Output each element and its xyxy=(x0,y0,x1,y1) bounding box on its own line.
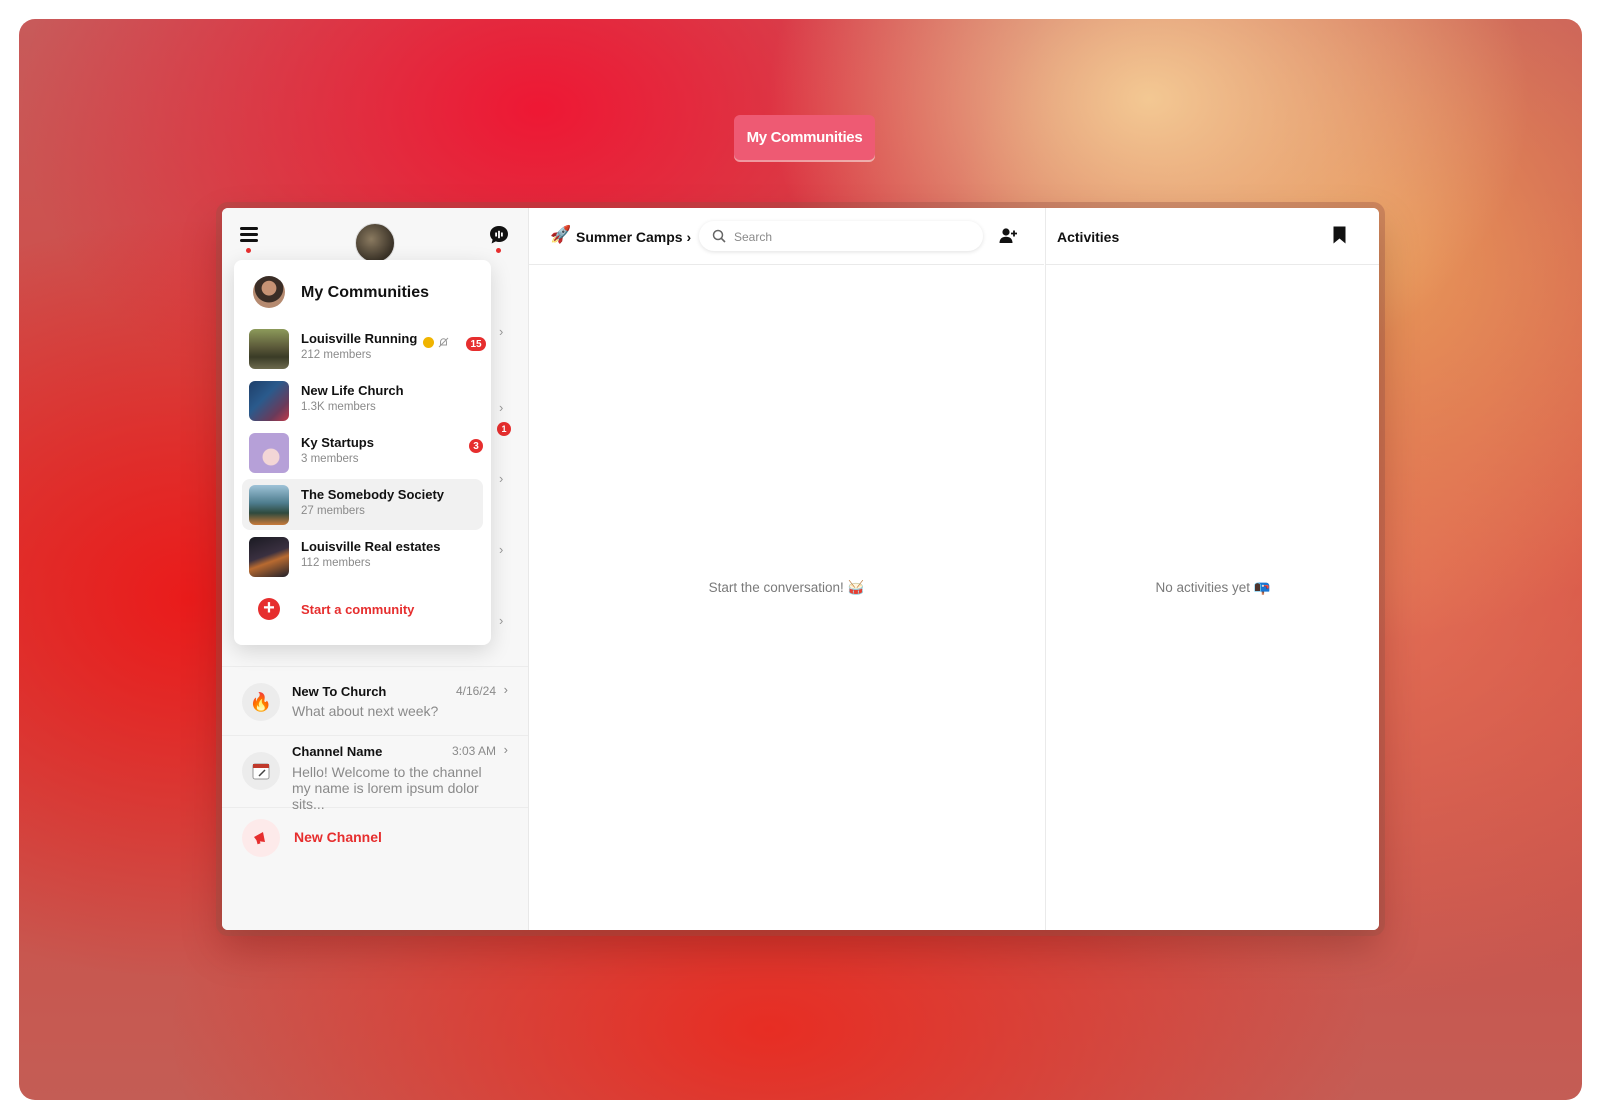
community-thumbnail xyxy=(249,537,289,577)
space-title-text: Summer Camps xyxy=(576,229,683,245)
channel-item[interactable]: Channel Name 3:03 AM › Hello! Welcome to… xyxy=(222,735,528,812)
verified-icon xyxy=(423,337,434,348)
community-item[interactable]: Louisville Running 15 212 members xyxy=(242,323,486,374)
calendar-icon xyxy=(242,752,280,790)
community-item[interactable]: New Life Church 1.3K members xyxy=(242,375,483,426)
my-communities-pill[interactable]: My Communities xyxy=(734,115,875,160)
empty-conversation-text: Start the conversation! 🥁 xyxy=(708,580,865,595)
app-window: › › 1 › › › 🔥 New To Church 4/16/24 › Wh… xyxy=(222,208,1379,930)
muted-bell-icon xyxy=(438,337,449,348)
community-name: New Life Church xyxy=(301,383,404,398)
community-members: 1.3K members xyxy=(301,401,376,413)
community-members: 27 members xyxy=(301,505,365,517)
chevron-right-icon: › xyxy=(503,742,508,757)
conversation-header: 🚀 Summer Camps › xyxy=(529,208,1044,265)
sidebar: › › 1 › › › 🔥 New To Church 4/16/24 › Wh… xyxy=(222,208,529,930)
activities-header: Activities xyxy=(1046,208,1379,265)
search-icon xyxy=(712,229,726,243)
start-community-label: Start a community xyxy=(301,602,415,617)
rocket-icon: 🚀 xyxy=(550,225,572,244)
community-item[interactable]: Louisville Real estates 112 members xyxy=(242,531,483,582)
fire-icon: 🔥 xyxy=(242,683,280,721)
conversation-panel: 🚀 Summer Camps › Start the conversation!… xyxy=(529,208,1044,930)
activities-panel: Activities No activities yet 📭 xyxy=(1045,208,1379,930)
sidebar-header xyxy=(222,208,528,264)
channel-time: 3:03 AM xyxy=(451,744,496,758)
community-members: 3 members xyxy=(301,453,359,465)
channel-title: Channel Name xyxy=(292,744,383,759)
plus-icon: + xyxy=(258,598,280,620)
community-item[interactable]: Ky Startups 3 3 members xyxy=(242,427,483,478)
community-name: The Somebody Society xyxy=(301,487,445,502)
channel-time: 4/16/24 xyxy=(455,684,496,698)
dropdown-title: My Communities xyxy=(301,284,430,301)
community-thumbnail xyxy=(249,329,289,369)
chat-notification-dot xyxy=(496,248,501,253)
unread-badge: 3 xyxy=(469,439,483,453)
user-avatar[interactable] xyxy=(253,276,285,308)
chat-icon[interactable] xyxy=(488,224,510,246)
channel-preview: What about next week? xyxy=(292,703,439,719)
community-item[interactable]: The Somebody Society 27 members xyxy=(242,479,483,530)
menu-icon[interactable] xyxy=(240,227,258,243)
unread-badge: 1 xyxy=(497,422,511,436)
community-members: 212 members xyxy=(301,349,372,361)
chevron-right-icon: › xyxy=(499,324,504,339)
chevron-right-icon: › xyxy=(499,400,504,415)
channel-item[interactable]: 🔥 New To Church 4/16/24 › What about nex… xyxy=(222,666,528,736)
unread-badge: 15 xyxy=(466,337,486,351)
space-title[interactable]: Summer Camps › xyxy=(576,229,691,245)
activities-title: Activities xyxy=(1057,229,1120,245)
chevron-right-icon: › xyxy=(503,682,508,697)
community-thumbnail xyxy=(249,485,289,525)
bookmark-icon[interactable] xyxy=(1333,226,1346,244)
search-bar[interactable] xyxy=(699,221,983,253)
empty-activities-text: No activities yet 📭 xyxy=(1155,580,1271,595)
community-avatar[interactable] xyxy=(355,223,395,263)
chevron-right-icon: › xyxy=(499,471,504,486)
megaphone-icon xyxy=(242,819,280,857)
community-thumbnail xyxy=(249,381,289,421)
channel-preview: Hello! Welcome to the channel my name is… xyxy=(292,764,482,812)
community-name: Louisville Real estates xyxy=(301,539,441,554)
community-name: Ky Startups xyxy=(301,435,374,450)
chevron-right-icon: › xyxy=(499,542,504,557)
community-members: 112 members xyxy=(301,557,371,569)
search-input[interactable] xyxy=(732,221,976,253)
start-community-button[interactable]: + Start a community xyxy=(242,590,483,628)
chevron-right-icon: › xyxy=(499,613,504,628)
new-channel-button[interactable]: New Channel xyxy=(242,818,522,858)
community-name: Louisville Running xyxy=(301,331,418,346)
community-thumbnail xyxy=(249,433,289,473)
new-channel-label: New Channel xyxy=(294,829,382,845)
menu-notification-dot xyxy=(246,248,251,253)
add-user-icon[interactable] xyxy=(998,226,1018,246)
channel-title: New To Church xyxy=(292,684,387,699)
communities-dropdown: My Communities Louisville Running 15 212… xyxy=(234,260,491,645)
